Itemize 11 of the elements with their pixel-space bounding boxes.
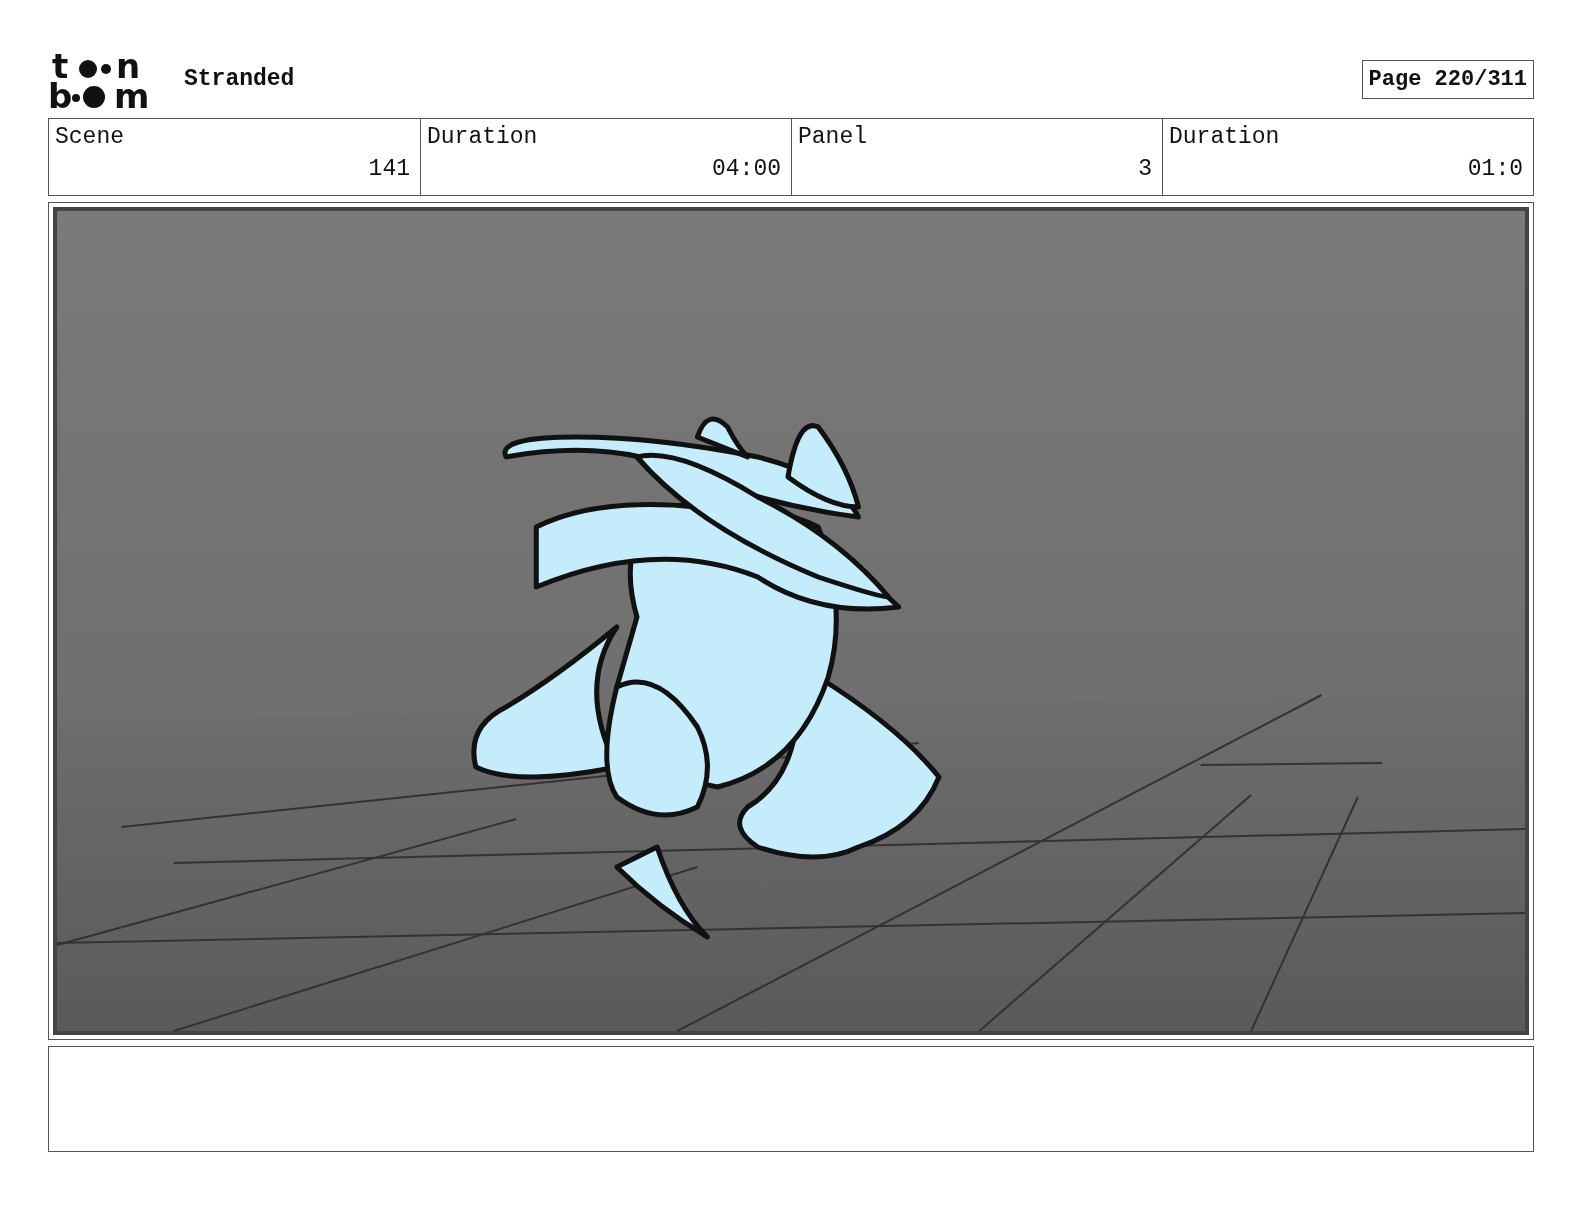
- table-header: Duration: [1169, 123, 1281, 152]
- table-cell-text: 04:00: [712, 155, 781, 184]
- table-header: Scene: [55, 123, 125, 152]
- storyboard-title: Stranded: [184, 65, 295, 94]
- page-number: Page 220/311: [1361, 60, 1534, 99]
- table-cell-text: 01:0: [1467, 155, 1523, 184]
- table-cell-text: 3: [1138, 155, 1152, 184]
- table-cell-text: 141: [368, 155, 410, 184]
- table-header: Duration: [427, 123, 539, 152]
- logo: t n b m: [48, 52, 160, 110]
- table-header: Panel: [798, 123, 868, 152]
